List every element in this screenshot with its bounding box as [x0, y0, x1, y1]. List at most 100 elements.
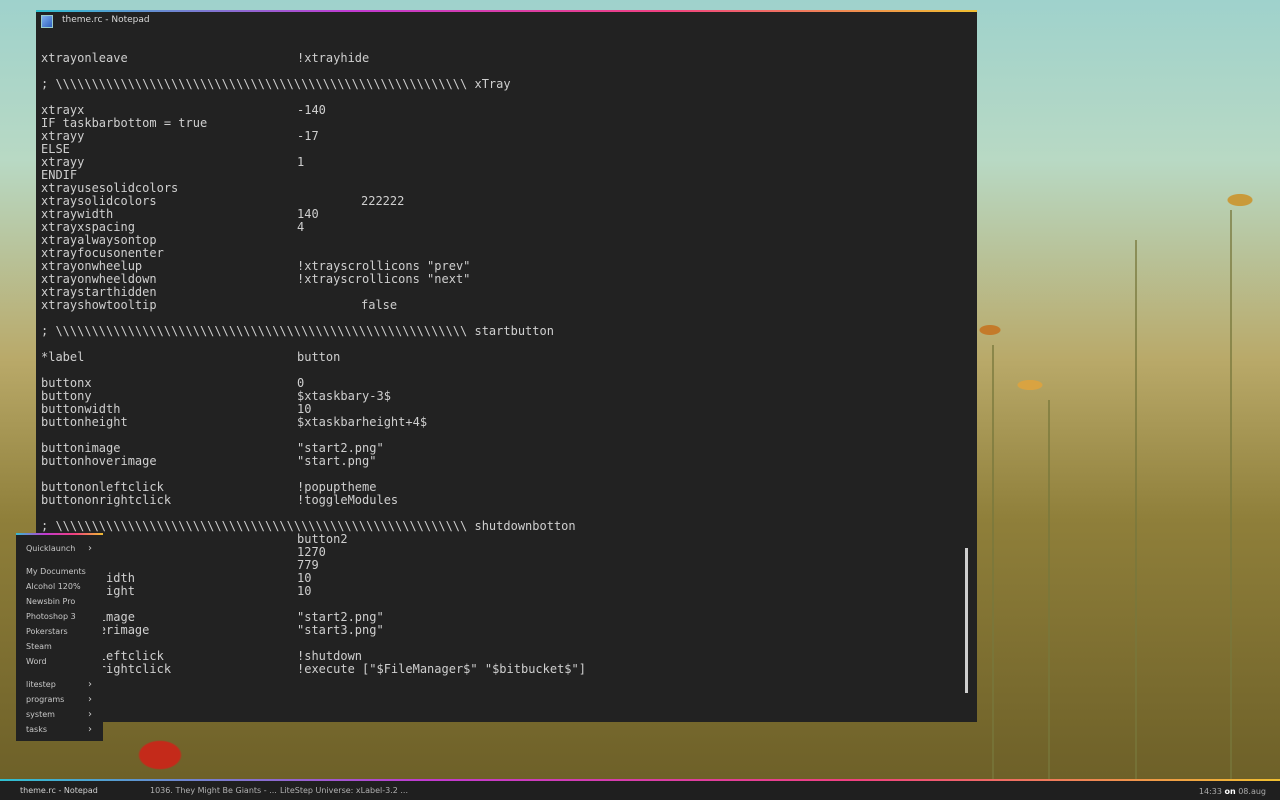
code-value: -140 [297, 103, 326, 117]
code-line: xtrayonwheelup !xtrayscrollicons "prev" [41, 260, 961, 273]
window-title: theme.rc - Notepad [62, 15, 150, 25]
menu-item-label: system [26, 710, 55, 719]
menu-item[interactable]: Alcohol 120% [26, 581, 81, 593]
code-value: !xtrayscrollicons "prev" [297, 259, 471, 273]
code-value: 1270 [297, 545, 326, 559]
code-value: !execute ["$FileManager$" "$bitbucket$"] [297, 662, 586, 676]
code-key: buttonhoverimage [41, 454, 157, 468]
code-line: ; \\\\\\\\\\\\\\\\\\\\\\\\\\\\\\\\\\\\\\… [41, 520, 961, 533]
code-line: ight 10 [41, 585, 961, 598]
menu-item-label: programs [26, 695, 65, 704]
text-editor[interactable]: xtrayonleave !xtrayhide ; \\\\\\\\\\\\\\\\… [41, 52, 961, 712]
chevron-right-icon: › [88, 709, 92, 720]
code-key: xtrayshowtooltip [41, 298, 157, 312]
code-line: xtrayonwheeldown !xtrayscrollicons "next" [41, 273, 961, 286]
menu-item-label: Newsbin Pro [26, 597, 76, 606]
code-value: !xtrayscrollicons "next" [297, 272, 471, 286]
menu-item-label: Pokerstars [26, 627, 68, 636]
code-value: 222222 [361, 194, 405, 208]
code-value: -17 [297, 129, 319, 143]
notepad-icon [41, 15, 53, 28]
code-key: xtrayy [41, 129, 85, 143]
taskbar: theme.rc - Notepad 1036. They Might Be G… [0, 779, 1280, 800]
code-value: false [361, 298, 398, 312]
clock-separator: on [1224, 787, 1236, 796]
code-line: xtrayusesolidcolors [41, 182, 961, 195]
code-value: 1 [297, 155, 305, 169]
code-line: buttonhoverimage "start.png" [41, 455, 961, 468]
menu-item[interactable]: tasks › [26, 724, 92, 736]
chevron-right-icon: › [88, 543, 92, 554]
code-key: ; \\\\\\\\\\\\\\\\\\\\\\\\\\\\\\\\\\\\\\… [41, 324, 554, 338]
chevron-right-icon: › [88, 679, 92, 690]
code-line: nrightclick !execute ["$FileManager$" "$b… [41, 663, 961, 676]
menu-item[interactable]: Photoshop 3 [26, 611, 76, 623]
code-line: buttonwidth 10 [41, 403, 961, 416]
taskbar-task-music[interactable]: 1036. They Might Be Giants - ... [150, 786, 277, 795]
menu-item-label: Word [26, 657, 47, 666]
code-line: buttonx 0 [41, 377, 961, 390]
code-key: buttononrightclick [41, 493, 172, 507]
code-key: xtrayy [41, 155, 85, 169]
code-value: 10 [297, 584, 312, 598]
clock-date: 08.aug [1238, 787, 1266, 796]
menu-item-label: My Documents [26, 567, 86, 576]
code-line: idth 10 [41, 572, 961, 585]
code-line: xtraystarthidden [41, 286, 961, 299]
menu-item-label: Quicklaunch [26, 544, 76, 553]
notepad-window: theme.rc - Notepad xtrayonleave !xtrayhid… [36, 10, 977, 722]
code-line: IF taskbarbottom = true [41, 117, 961, 130]
code-line: 1270 [41, 546, 961, 559]
code-line: xtraysolidcolors 222222 [41, 195, 961, 208]
title-bar[interactable]: theme.rc - Notepad [36, 12, 977, 30]
code-line: xtrayy 1 [41, 156, 961, 169]
code-line: ELSE [41, 143, 961, 156]
code-line: ; \\\\\\\\\\\\\\\\\\\\\\\\\\\\\\\\\\\\\\… [41, 78, 961, 91]
code-line: image "start2.png" [41, 611, 961, 624]
taskbar-task-notepad[interactable]: theme.rc - Notepad [20, 786, 98, 795]
code-value: 140 [297, 207, 319, 221]
code-line: buttonimage "start2.png" [41, 442, 961, 455]
code-line: ; \\\\\\\\\\\\\\\\\\\\\\\\\\\\\\\\\\\\\\… [41, 325, 961, 338]
code-value: button [297, 350, 341, 364]
menu-item[interactable]: Newsbin Pro [26, 596, 75, 608]
code-line: xtraywidth 140 [41, 208, 961, 221]
code-value: !popuptheme [297, 480, 377, 494]
code-line: xtrayxspacing 4 [41, 221, 961, 234]
taskbar-task-browser[interactable]: LiteStep Universe: xLabel-3.2 ... [280, 786, 408, 795]
menu-item[interactable]: Steam [26, 641, 52, 653]
code-value: 10 [297, 571, 312, 585]
code-line: xtrayshowtooltip false [41, 299, 961, 312]
code-value: 10 [297, 402, 312, 416]
vertical-scrollbar[interactable] [965, 548, 968, 693]
menu-item[interactable]: litestep › [26, 679, 92, 691]
menu-item[interactable]: Pokerstars [26, 626, 68, 638]
menu-item[interactable]: My Documents [26, 566, 86, 578]
code-value: $xtaskbary-3$ [297, 389, 391, 403]
code-line: button2 [41, 533, 961, 546]
menu-item[interactable]: programs › [26, 694, 92, 706]
menu-item[interactable]: Word [26, 656, 47, 668]
code-value: 779 [297, 558, 319, 572]
code-key: buttonheight [41, 415, 128, 429]
code-key: *label [41, 350, 85, 364]
menu-item[interactable]: Quicklaunch › [26, 543, 92, 555]
menu-item-label: tasks [26, 725, 48, 734]
code-value: "start.png" [297, 454, 377, 468]
code-value: button2 [297, 532, 348, 546]
code-line: ENDIF [41, 169, 961, 182]
code-line: 779 [41, 559, 961, 572]
code-value: 0 [297, 376, 305, 390]
chevron-right-icon: › [88, 724, 92, 735]
menu-item[interactable]: system › [26, 709, 92, 721]
code-line: overimage "start3.png" [41, 624, 961, 637]
taskbar-clock: 14:33 on 08.aug [1199, 787, 1266, 796]
code-value: !toggleModules [297, 493, 399, 507]
menu-item-label: litestep [26, 680, 56, 689]
code-value: "start3.png" [297, 623, 384, 637]
